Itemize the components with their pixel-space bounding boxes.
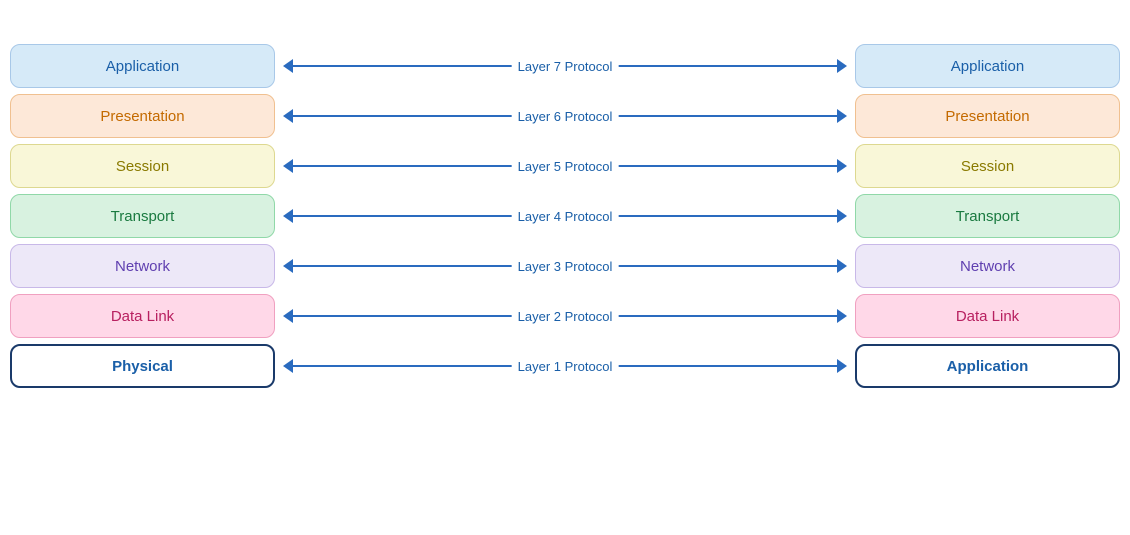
protocol-label-7: Layer 1 Protocol (512, 359, 619, 374)
arrow-left-7 (283, 359, 293, 373)
arrow-right-7 (837, 359, 847, 373)
arrow-left-5 (283, 259, 293, 273)
protocol-row-6: Layer 2 Protocol (283, 294, 847, 338)
right-layer-1: Presentation (855, 94, 1120, 138)
arrow-right-3 (837, 159, 847, 173)
right-column: Application Presentation Session Transport N… (855, 44, 1120, 388)
protocol-label-1: Layer 7 Protocol (512, 59, 619, 74)
right-layer-5: Data Link (855, 294, 1120, 338)
protocol-row-1: Layer 7 Protocol (283, 44, 847, 88)
arrow-right-2 (837, 109, 847, 123)
protocol-label-4: Layer 4 Protocol (512, 209, 619, 224)
protocol-label-6: Layer 2 Protocol (512, 309, 619, 324)
right-layer-6: Application (855, 344, 1120, 388)
arrow-right-5 (837, 259, 847, 273)
protocol-row-2: Layer 6 Protocol (283, 94, 847, 138)
protocol-row-5: Layer 3 Protocol (283, 244, 847, 288)
left-layer-session: Session (10, 144, 275, 188)
arrow-left-3 (283, 159, 293, 173)
arrow-left-2 (283, 109, 293, 123)
arrow-left-6 (283, 309, 293, 323)
arrow-left-4 (283, 209, 293, 223)
protocol-label-2: Layer 6 Protocol (512, 109, 619, 124)
left-layer-application: Application (10, 44, 275, 88)
protocol-row-4: Layer 4 Protocol (283, 194, 847, 238)
arrow-right-1 (837, 59, 847, 73)
osi-diagram: Application Presentation Session Transport N… (10, 44, 1120, 388)
arrow-left-1 (283, 59, 293, 73)
middle-column: Layer 7 Protocol Layer 6 Protocol Layer 5 … (275, 44, 855, 388)
right-layer-4: Network (855, 244, 1120, 288)
left-layer-datalink: Data Link (10, 294, 275, 338)
left-layer-physical: Physical (10, 344, 275, 388)
protocol-row-3: Layer 5 Protocol (283, 144, 847, 188)
right-layer-0: Application (855, 44, 1120, 88)
left-layer-presentation: Presentation (10, 94, 275, 138)
right-layer-2: Session (855, 144, 1120, 188)
arrow-right-4 (837, 209, 847, 223)
right-layer-3: Transport (855, 194, 1120, 238)
protocol-label-3: Layer 5 Protocol (512, 159, 619, 174)
protocol-label-5: Layer 3 Protocol (512, 259, 619, 274)
protocol-row-7: Layer 1 Protocol (283, 344, 847, 388)
left-layer-transport: Transport (10, 194, 275, 238)
left-column: Application Presentation Session Transport N… (10, 44, 275, 388)
arrow-right-6 (837, 309, 847, 323)
left-layer-network: Network (10, 244, 275, 288)
